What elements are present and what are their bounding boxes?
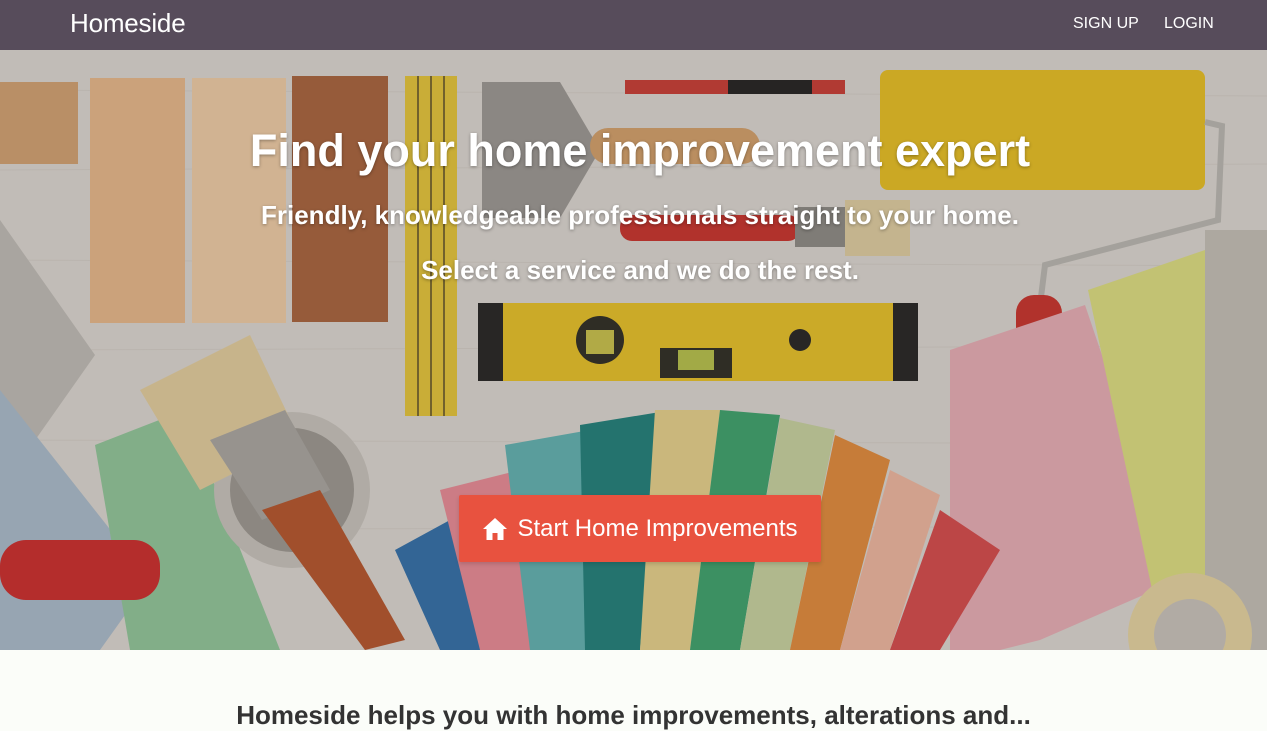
top-navbar: Homeside SIGN UP LOGIN xyxy=(0,0,1267,50)
hero-section: Find your home improvement expert Friend… xyxy=(0,50,1267,650)
cta-label: Start Home Improvements xyxy=(517,514,798,542)
hero-subtitle-1: Friendly, knowledgeable professionals st… xyxy=(261,200,1019,230)
section-heading-partial: Homeside helps you with home improvement… xyxy=(236,700,1031,730)
signup-link[interactable]: SIGN UP xyxy=(1073,15,1139,33)
hero-subtitle-2: Select a service and we do the rest. xyxy=(421,255,859,285)
start-home-improvements-button[interactable]: Start Home Improvements xyxy=(459,495,821,562)
home-icon xyxy=(482,517,508,541)
login-link[interactable]: LOGIN xyxy=(1164,15,1214,33)
brand-logo[interactable]: Homeside xyxy=(70,8,186,39)
hero-title: Find your home improvement expert xyxy=(249,125,1031,176)
